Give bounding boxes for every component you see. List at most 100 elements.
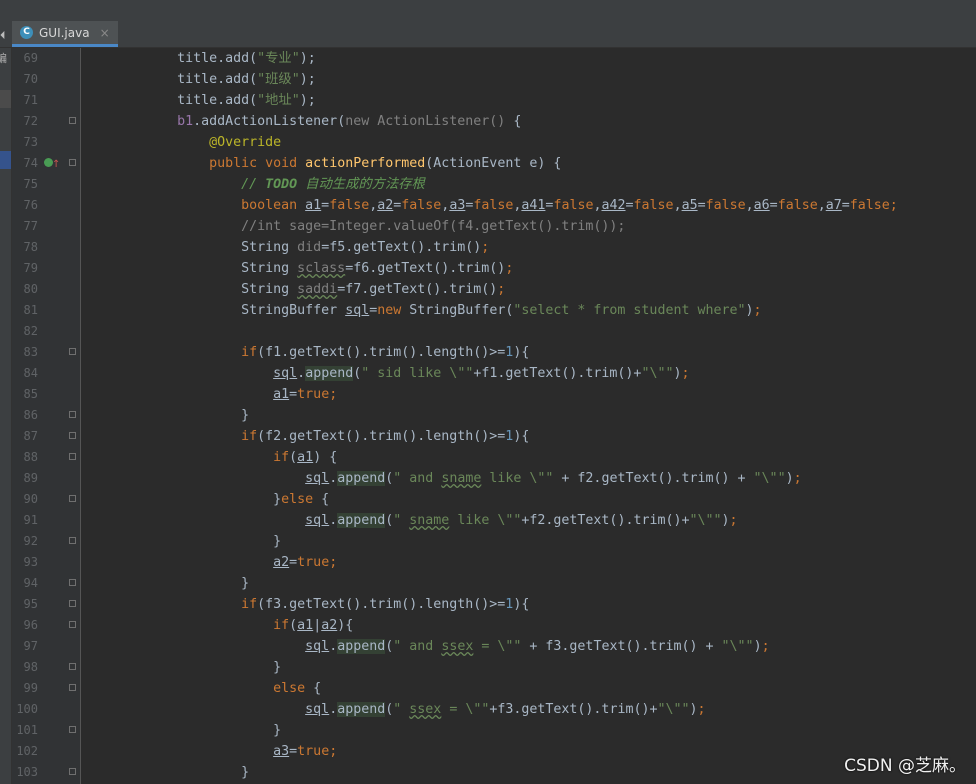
code-line[interactable]: 77 //int sage=Integer.valueOf(f4.getText… (0, 216, 976, 237)
line-number: 87 (23, 429, 38, 443)
code-line[interactable]: 92 } (0, 531, 976, 552)
code-line[interactable]: 73 @Override (0, 132, 976, 153)
code-text: } (81, 723, 282, 738)
code-text: a1=true; (273, 387, 338, 402)
code-text: @Override (209, 135, 282, 150)
code-line[interactable]: 91 sql.append(" sname like \""+f2.getTex… (0, 510, 976, 531)
code-text: } (81, 660, 282, 675)
line-number: 82 (23, 324, 38, 338)
code-line[interactable]: 79 String sclass=f6.getText().trim(); (0, 258, 976, 279)
tab-label: GUI.java (39, 25, 90, 40)
code-text: String saddi=f7.getText().trim(); (81, 282, 506, 297)
code-line[interactable]: 72 b1.addActionListener(new ActionListen… (0, 111, 976, 132)
code-text: sql.append(" and sname like \"" + f2.get… (305, 471, 802, 486)
fold-icon[interactable] (69, 348, 76, 355)
code-line[interactable]: 95 if(f3.getText().trim().length()>=1){ (0, 594, 976, 615)
line-number: 73 (23, 135, 38, 149)
line-number: 101 (16, 723, 38, 737)
code-text: if(f3.getText().trim().length()>=1){ (241, 597, 530, 612)
fold-icon[interactable] (69, 411, 76, 418)
code-line[interactable]: 96 if(a1|a2){ (0, 615, 976, 636)
code-line[interactable]: 101 } (0, 720, 976, 741)
code-text: a3=true; (273, 744, 338, 759)
line-number: 89 (23, 471, 38, 485)
fold-icon[interactable] (69, 663, 76, 670)
code-line[interactable]: 86 } (0, 405, 976, 426)
fold-icon[interactable] (69, 495, 76, 502)
code-line[interactable]: 82 (0, 321, 976, 342)
code-text: sql.append(" sid like \""+f1.getText().t… (273, 366, 690, 381)
close-icon[interactable]: × (100, 26, 110, 40)
code-text: } (81, 765, 250, 780)
fold-icon[interactable] (69, 159, 76, 166)
line-number: 102 (16, 744, 38, 758)
fold-icon[interactable] (69, 684, 76, 691)
line-number: 92 (23, 534, 38, 548)
line-number: 98 (23, 660, 38, 674)
code-line[interactable]: 70 title.add("班级"); (0, 69, 976, 90)
tab-gui-java[interactable]: C GUI.java × (12, 21, 118, 47)
fold-icon[interactable] (69, 768, 76, 775)
code-text: else { (273, 681, 322, 696)
fold-icon[interactable] (69, 453, 76, 460)
line-number: 81 (23, 303, 38, 317)
code-text: //int sage=Integer.valueOf(f4.getText().… (241, 219, 626, 234)
code-text: }else { (81, 492, 330, 507)
fold-icon[interactable] (69, 600, 76, 607)
chevron-left-icon[interactable]: ⏴ (0, 29, 6, 43)
line-number: 79 (23, 261, 38, 275)
watermark: CSDN @芝麻。 (844, 756, 966, 776)
fold-icon[interactable] (69, 537, 76, 544)
line-number: 99 (23, 681, 38, 695)
code-line[interactable]: 87 if(f2.getText().trim().length()>=1){ (0, 426, 976, 447)
code-line[interactable]: 81 StringBuffer sql=new StringBuffer("se… (0, 300, 976, 321)
code-line[interactable]: 103 } (0, 762, 976, 783)
code-line[interactable]: 99 else { (0, 678, 976, 699)
code-text: String did=f5.getText().trim(); (81, 240, 490, 255)
code-text: public void actionPerformed(ActionEvent … (209, 156, 562, 171)
fold-icon[interactable] (69, 726, 76, 733)
arrow-up-icon: ↑ (52, 159, 61, 170)
code-line[interactable]: 80 String saddi=f7.getText().trim(); (0, 279, 976, 300)
code-line[interactable]: 100 sql.append(" ssex = \""+f3.getText()… (0, 699, 976, 720)
code-text: if(a1|a2){ (273, 618, 354, 633)
fold-icon[interactable] (69, 579, 76, 586)
code-line[interactable]: 78 String did=f5.getText().trim(); (0, 237, 976, 258)
code-line[interactable]: 71 title.add("地址"); (0, 90, 976, 111)
code-line[interactable]: 76 boolean a1=false,a2=false,a3=false,a4… (0, 195, 976, 216)
code-line[interactable]: 69 title.add("专业"); (0, 48, 976, 69)
line-number: 95 (23, 597, 38, 611)
editor-tab-bar: C GUI.java × (0, 21, 976, 48)
code-line[interactable]: 97 sql.append(" and ssex = \"" + f3.getT… (0, 636, 976, 657)
code-line[interactable]: 94 } (0, 573, 976, 594)
code-line[interactable]: 93 a2=true; (0, 552, 976, 573)
fold-icon[interactable] (69, 117, 76, 124)
line-number: 91 (23, 513, 38, 527)
code-line[interactable]: 85 a1=true; (0, 384, 976, 405)
line-number: 86 (23, 408, 38, 422)
code-line[interactable]: 84 sql.append(" sid like \""+f1.getText(… (0, 363, 976, 384)
code-text: String sclass=f6.getText().trim(); (81, 261, 514, 276)
code-editor[interactable]: 69 title.add("专业"); 70 title.add("班级"); 71… (0, 48, 976, 783)
code-text: } (81, 576, 250, 591)
line-number: 71 (23, 93, 38, 107)
code-line[interactable]: 75 // TODO 自动生成的方法存根 (0, 174, 976, 195)
code-line[interactable]: 89 sql.append(" and sname like \"" + f2.… (0, 468, 976, 489)
code-line[interactable]: 83 if(f1.getText().trim().length()>=1){ (0, 342, 976, 363)
code-text: title.add("班级"); (81, 72, 316, 87)
code-text: if(f2.getText().trim().length()>=1){ (241, 429, 530, 444)
java-class-icon: C (20, 26, 33, 39)
fold-icon[interactable] (69, 621, 76, 628)
fold-icon[interactable] (69, 432, 76, 439)
code-text: // TODO 自动生成的方法存根 (241, 177, 425, 192)
code-line[interactable]: 88 if(a1) { (0, 447, 976, 468)
code-line[interactable]: 90 }else { (0, 489, 976, 510)
code-text: a2=true; (273, 555, 338, 570)
code-line[interactable]: 74 ↑ public void actionPerformed(ActionEv… (0, 153, 976, 174)
code-line[interactable]: 98 } (0, 657, 976, 678)
code-line[interactable]: 102 a3=true; (0, 741, 976, 762)
line-number: 100 (16, 702, 38, 716)
code-text: sql.append(" sname like \""+f2.getText()… (305, 513, 738, 528)
code-text: sql.append(" and ssex = \"" + f3.getText… (305, 639, 770, 654)
line-number: 97 (23, 639, 38, 653)
